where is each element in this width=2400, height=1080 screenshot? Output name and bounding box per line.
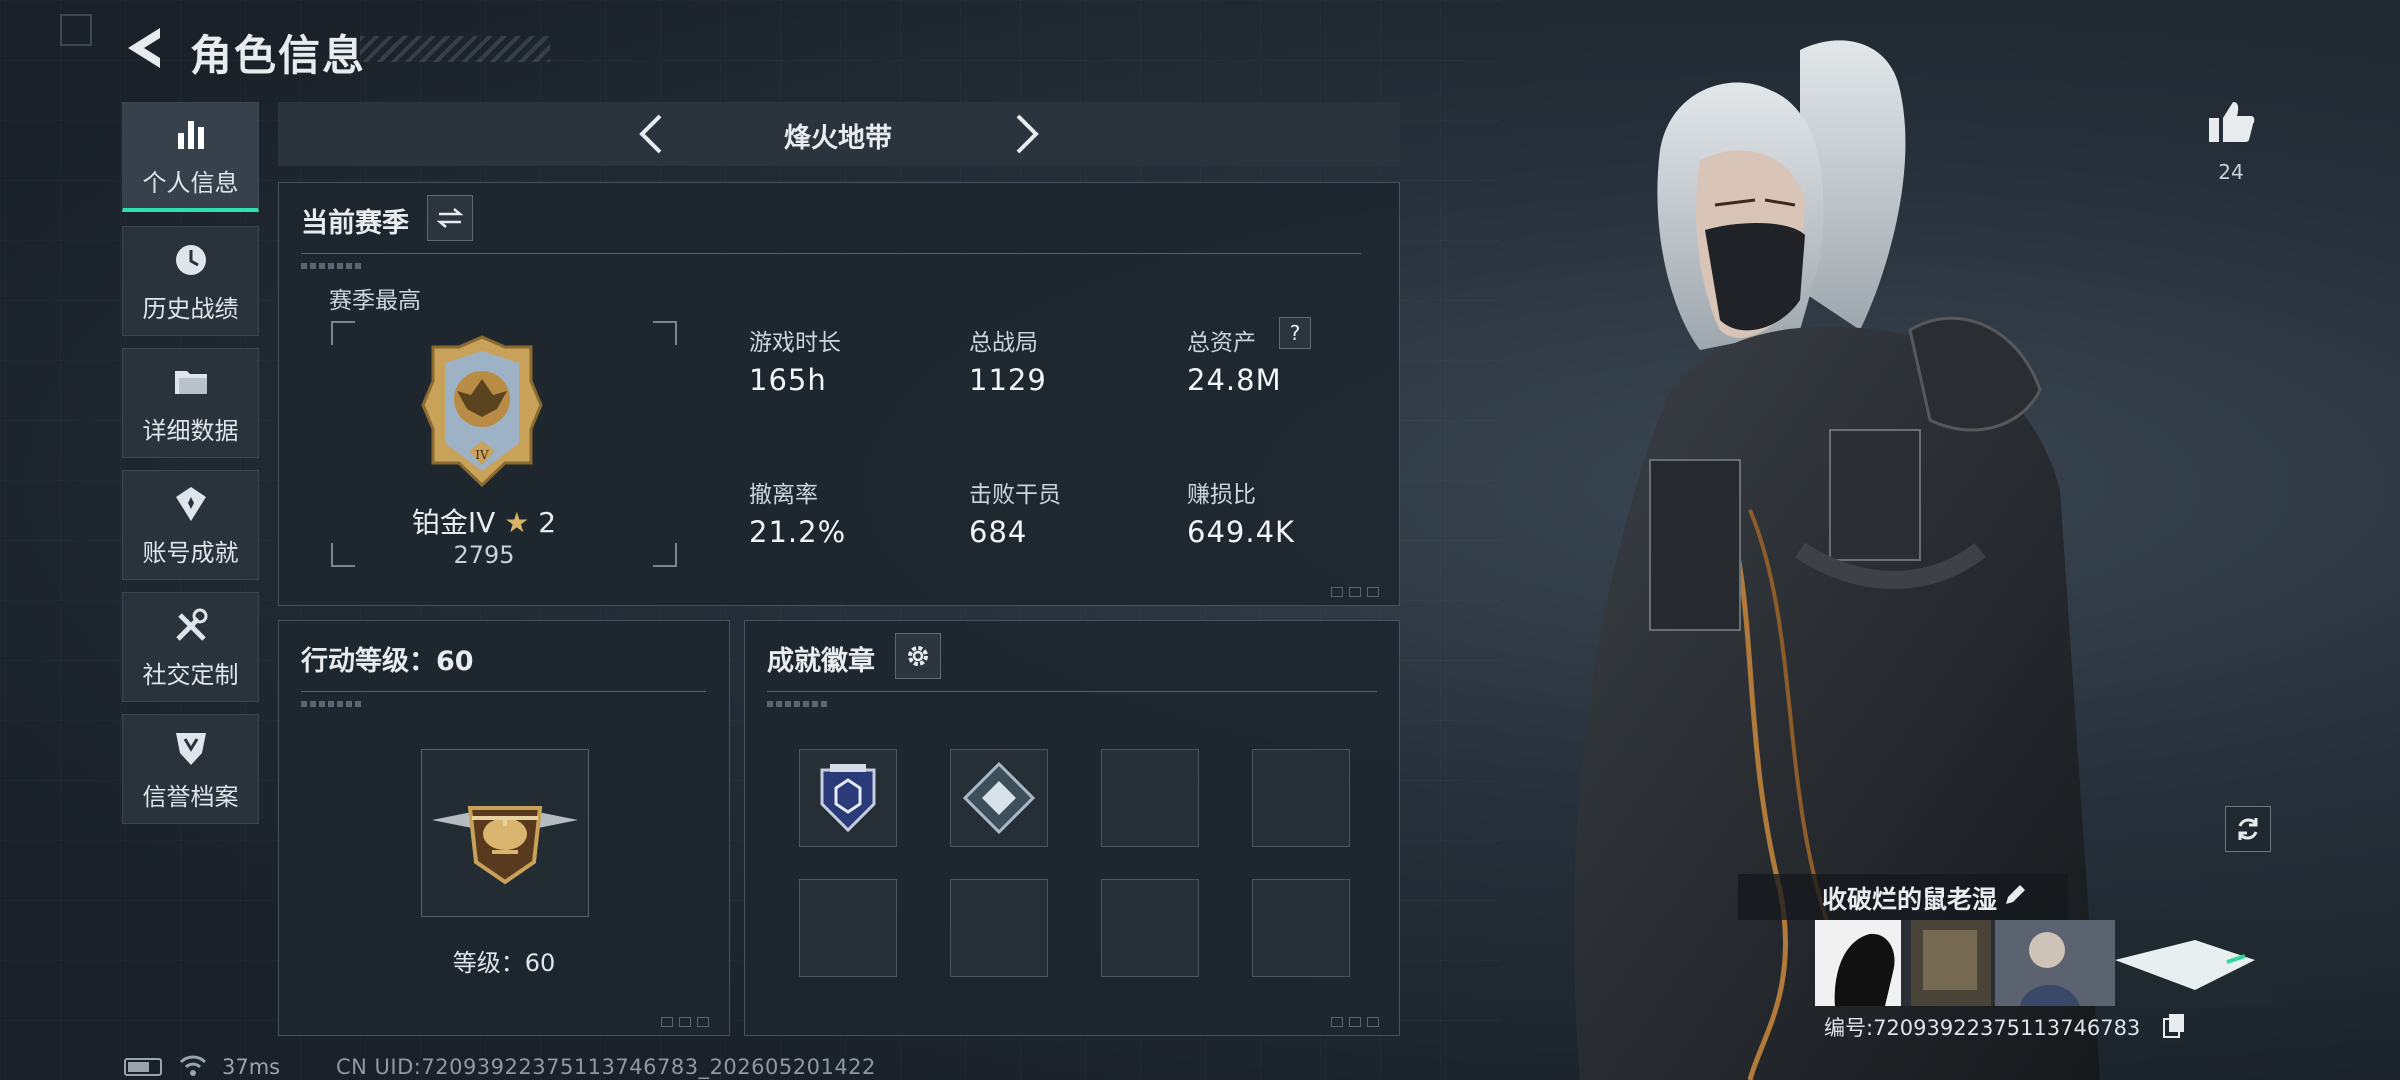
stat-value: 24.8M <box>1187 363 1282 397</box>
rank-name: 铂金IV <box>411 506 496 539</box>
badge-slot[interactable] <box>950 749 1048 847</box>
sidebar-item-label: 详细数据 <box>142 416 239 445</box>
stat-label: 赚损比 <box>1187 482 1256 508</box>
chevron-left-icon[interactable] <box>628 108 680 160</box>
sidebar-item-label: 个人信息 <box>142 169 239 197</box>
sidebar-item-detailed-data[interactable]: 详细数据 <box>122 348 259 458</box>
diamond-badge-icon <box>962 761 1036 835</box>
panel-corner-decoration <box>1331 587 1391 597</box>
stat-label: 游戏时长 <box>749 330 841 356</box>
stat-label: 击败干员 <box>969 482 1061 508</box>
platinum-rank-emblem: IV <box>421 335 543 488</box>
refresh-button[interactable] <box>2225 806 2271 852</box>
divider <box>767 691 1377 692</box>
sidebar-item-personal-info[interactable]: 个人信息 <box>122 102 259 212</box>
svg-text:IV: IV <box>475 448 489 462</box>
stat-value: 1129 <box>969 363 1047 397</box>
divider-decoration <box>301 701 361 707</box>
action-level-badge <box>421 749 589 917</box>
profile-name: 收破烂的鼠老湿 <box>1822 885 1998 914</box>
shield-credit-icon <box>175 732 206 765</box>
badges-title: 成就徽章 <box>767 646 875 677</box>
swap-icon <box>436 208 464 228</box>
profile-id: 编号:7209392237511374​6783 <box>1824 1016 2141 1040</box>
rank-score: 2795 <box>453 541 515 569</box>
title-decoration <box>360 36 550 62</box>
ping-value: 37ms <box>222 1055 281 1079</box>
frame-corner <box>653 321 677 345</box>
tools-icon <box>175 608 207 641</box>
sidebar-item-social[interactable]: 社交定制 <box>122 592 259 702</box>
history-clock-icon <box>175 244 206 275</box>
action-level-panel: 行动等级：60 等级：60 <box>278 620 730 1036</box>
badge-slot[interactable] <box>799 879 897 977</box>
panel-corner-decoration <box>1331 1017 1391 1027</box>
battery-icon <box>124 1058 162 1076</box>
switch-season-button[interactable] <box>427 195 473 241</box>
frame-corner <box>331 321 355 345</box>
divider <box>301 691 706 692</box>
panel-corner-decoration <box>661 1017 721 1027</box>
rank-stars: 2 <box>538 506 557 539</box>
stat-label: 撤离率 <box>749 482 818 508</box>
stat-value: 165h <box>749 363 827 397</box>
profile-card-image[interactable] <box>1815 920 2273 1006</box>
achievement-icon <box>175 486 206 521</box>
divider <box>301 253 1361 254</box>
rank-name-row: 铂金IV ★ 2 <box>339 501 629 541</box>
badge-slot[interactable] <box>1252 879 1350 977</box>
battery-fill <box>128 1062 149 1072</box>
stat-value: 684 <box>969 515 1028 549</box>
badge-slot[interactable] <box>1252 749 1350 847</box>
profile-card-picture <box>1815 920 2273 1006</box>
stat-label: 总战局 <box>969 330 1038 356</box>
sidebar-item-label: 社交定制 <box>142 660 239 689</box>
badge-slot[interactable] <box>950 879 1048 977</box>
badge-settings-button[interactable] <box>895 633 941 679</box>
divider-decoration <box>767 701 827 707</box>
action-level-title: 行动等级：60 <box>301 646 474 677</box>
wifi-icon <box>179 1055 207 1076</box>
badge-slot[interactable] <box>1101 749 1199 847</box>
sidebar-item-label: 历史战绩 <box>142 294 239 323</box>
sidebar-item-label: 账号成就 <box>142 538 239 567</box>
helicopter-badge-icon <box>432 806 578 885</box>
stat-value: 21.2% <box>749 515 847 549</box>
help-button[interactable]: ? <box>1279 317 1311 349</box>
chevron-right-icon[interactable] <box>998 108 1050 160</box>
refresh-icon <box>2238 818 2258 840</box>
sidebar-item-label: 信誉档案 <box>142 782 239 811</box>
corner-decoration <box>60 14 92 46</box>
divider-decoration <box>301 263 361 269</box>
sidebar-item-credit[interactable]: 信誉档案 <box>122 714 259 824</box>
bar-chart-icon <box>177 121 204 149</box>
shield-badge-icon <box>820 764 876 833</box>
badge-slot[interactable] <box>1101 879 1199 977</box>
action-level-text: 等级：60 <box>452 949 556 977</box>
mode-selector: 烽火地带 <box>278 102 1400 166</box>
copy-icon[interactable] <box>2162 1012 2186 1038</box>
like-count: 24 <box>2218 160 2244 184</box>
season-best-label: 赛季最高 <box>329 288 421 314</box>
gear-icon <box>908 646 928 666</box>
star-icon: ★ <box>504 506 530 539</box>
page-title: 角色信息 <box>190 31 367 80</box>
sidebar-item-history[interactable]: 历史战绩 <box>122 226 259 336</box>
season-panel: 当前赛季 赛季最高 IV 铂金IV ★ 2 2795 游戏时长 165h 总战局… <box>278 182 1400 606</box>
achievement-badges-panel: 成就徽章 <box>744 620 1400 1036</box>
stat-label: 总资产 <box>1187 330 1256 356</box>
mode-title: 烽火地带 <box>784 123 892 154</box>
frame-corner <box>653 543 677 567</box>
thumbs-up-icon[interactable] <box>2205 96 2257 148</box>
uid-text: CN UID:7209392237511374​6783_20260520142… <box>336 1055 876 1079</box>
back-button[interactable] <box>120 22 168 74</box>
stat-value: 649.4K <box>1187 515 1296 549</box>
sidebar-item-achievements[interactable]: 账号成就 <box>122 470 259 580</box>
folder-icon <box>174 370 207 394</box>
badge-slot[interactable] <box>799 749 897 847</box>
edit-pencil-icon[interactable] <box>2000 880 2030 910</box>
season-title: 当前赛季 <box>301 208 409 239</box>
